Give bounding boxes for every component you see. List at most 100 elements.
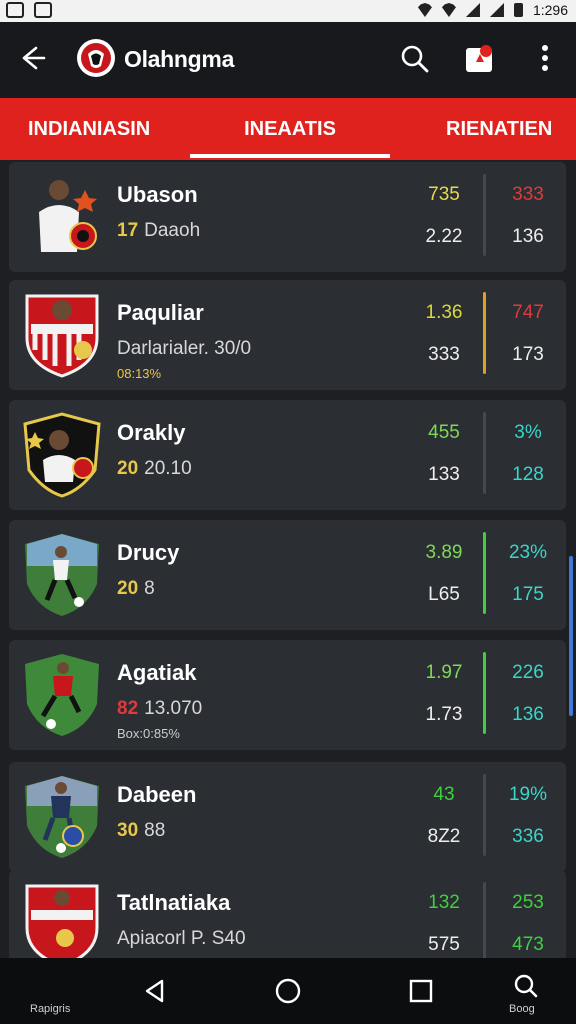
stat-value-3: 23% — [508, 542, 548, 563]
list-item[interactable]: Paquliar Darlarialer. 30/0 08:13% 1.36 3… — [9, 280, 566, 390]
stat-value-3: 3% — [514, 422, 542, 443]
list-item[interactable]: Agatiak 82 13.070 Box:0:85% 1.97 1.73 226… — [9, 640, 566, 750]
notification-icon — [6, 2, 24, 18]
stat-value-4: 336 — [512, 826, 544, 847]
player-detail: Daaoh — [144, 220, 201, 241]
stat-value-1: 455 — [428, 422, 460, 443]
player-list: Ubason 17 Daaoh 735 2.22 333 136 Paquliar… — [0, 160, 576, 960]
notification-badge-icon[interactable] — [462, 40, 498, 76]
more-options-icon[interactable] — [530, 40, 560, 76]
nav-search-icon[interactable] — [509, 970, 543, 1004]
stat-value-4: 173 — [512, 344, 544, 365]
stat-value-2: 333 — [428, 344, 460, 365]
back-arrow-icon[interactable] — [14, 40, 50, 76]
stat-value-3: 333 — [512, 184, 544, 205]
player-subtitle: 30 88 — [117, 820, 165, 842]
stat-value-4: 175 — [512, 584, 544, 605]
stat-value-1: 3.89 — [425, 542, 463, 563]
status-time: 1:296 — [532, 2, 568, 18]
list-item[interactable]: Drucy 20 8 3.89 L65 23% 175 — [9, 520, 566, 630]
signal-icon-2 — [489, 3, 504, 17]
tab-bar: INDIANIASIN INEAATIS RIENATIEN — [0, 98, 576, 160]
stat-value-1: 1.36 — [425, 302, 463, 323]
stat-value-2: 1.73 — [425, 704, 463, 725]
stat-value-1: 43 — [433, 784, 455, 805]
list-item[interactable]: Ubason 17 Daaoh 735 2.22 333 136 — [9, 162, 566, 272]
search-icon[interactable] — [398, 42, 432, 76]
player-number: 17 — [117, 220, 139, 241]
stat-value-2: 2.22 — [425, 226, 463, 247]
status-notifications — [6, 2, 52, 18]
player-action-photo-icon — [25, 654, 99, 736]
player-name: Tatlnatiaka — [117, 890, 231, 915]
stat-value-3: 747 — [512, 302, 544, 323]
player-number: 20 — [117, 458, 139, 479]
tab-indianiasin[interactable]: INDIANIASIN — [28, 98, 150, 160]
player-detail: Darlarialer. 30/0 — [117, 338, 252, 359]
stat-divider — [483, 652, 486, 734]
stat-value-3: 19% — [508, 784, 548, 805]
player-number: 20 — [117, 578, 139, 599]
player-detail: 88 — [144, 820, 166, 841]
active-tab-indicator — [190, 154, 390, 158]
player-detail: Apiacorl P. S40 — [117, 928, 246, 949]
nav-left-label: Rapigris — [30, 1003, 71, 1015]
tab-rienatien[interactable]: RIENATIEN — [446, 98, 552, 160]
club-crest-icon — [23, 412, 101, 498]
nav-home-icon[interactable] — [271, 974, 305, 1008]
player-subtitle: 20 20.10 — [117, 458, 192, 480]
list-scrollbar[interactable] — [569, 556, 573, 716]
list-item[interactable]: Orakly 20 20.10 455 133 3% 128 — [9, 400, 566, 510]
app-bar: Olahngma — [0, 22, 576, 98]
player-subtitle: Darlarialer. 30/0 — [117, 338, 251, 360]
stat-divider — [483, 292, 486, 374]
player-detail: 13.070 — [144, 698, 203, 719]
stat-value-2: L65 — [428, 584, 460, 605]
stat-divider — [483, 774, 486, 856]
stat-value-2: 8Z2 — [427, 826, 461, 847]
stat-divider — [483, 412, 486, 494]
status-indicators: 1:296 — [417, 2, 568, 18]
player-number: 30 — [117, 820, 139, 841]
stat-value-2: 575 — [428, 934, 460, 955]
player-name: Drucy — [117, 540, 180, 565]
player-subtitle: Apiacorl P. S40 — [117, 928, 246, 950]
nav-recents-icon[interactable] — [404, 974, 438, 1008]
player-action-photo-icon — [25, 776, 99, 858]
stat-value-1: 1.97 — [425, 662, 463, 683]
player-name: Ubason — [117, 182, 198, 207]
club-logo-icon — [77, 39, 115, 77]
player-detail: 20.10 — [144, 458, 192, 479]
stat-value-1: 132 — [428, 892, 460, 913]
stat-value-4: 128 — [512, 464, 544, 485]
stat-value-3: 226 — [512, 662, 544, 683]
stat-value-4: 136 — [512, 704, 544, 725]
image-notification-icon — [34, 2, 52, 18]
player-note: Box:0:85% — [117, 726, 180, 741]
club-crest-icon — [25, 884, 99, 960]
app-title: Olahngma — [124, 46, 235, 72]
wifi-icon — [441, 3, 456, 17]
player-subtitle: 20 8 — [117, 578, 155, 600]
stat-value-2: 133 — [428, 464, 460, 485]
player-name: Orakly — [117, 420, 186, 445]
player-subtitle: 82 13.070 — [117, 698, 202, 720]
alarm-icon — [417, 3, 432, 17]
tab-ineaatis[interactable]: INEAATIS — [190, 98, 390, 160]
player-name: Paquliar — [117, 300, 204, 325]
player-name: Dabeen — [117, 782, 197, 807]
stat-value-4: 473 — [512, 934, 544, 955]
list-item[interactable]: Tatlnatiaka Apiacorl P. S40 132 575 253 … — [9, 870, 566, 960]
nav-back-icon[interactable] — [138, 974, 172, 1008]
player-name: Agatiak — [117, 660, 197, 685]
list-item[interactable]: Dabeen 30 88 43 8Z2 19% 336 — [9, 762, 566, 872]
signal-icon — [465, 3, 480, 17]
battery-icon — [513, 3, 523, 17]
stat-value-4: 136 — [512, 226, 544, 247]
player-subtitle: 17 Daaoh — [117, 220, 200, 242]
stat-value-3: 253 — [512, 892, 544, 913]
nav-right-label: Boog — [509, 1003, 535, 1015]
stat-divider — [483, 882, 486, 960]
player-action-photo-icon — [25, 534, 99, 616]
stat-divider — [483, 174, 486, 256]
